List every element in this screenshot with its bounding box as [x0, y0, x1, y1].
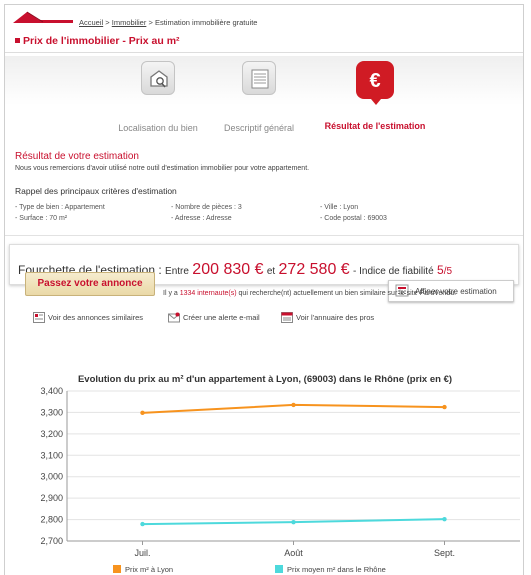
y-tick-label: 2,700 — [40, 536, 63, 546]
document-icon — [242, 61, 276, 95]
breadcrumb-separator: > — [105, 18, 110, 27]
criterion-pieces: - Nombre de pièces : 3 — [171, 204, 242, 211]
data-point — [442, 516, 447, 522]
y-tick-label: 3,100 — [40, 450, 63, 460]
breadcrumb-separator: > — [148, 18, 153, 27]
data-point — [291, 402, 296, 408]
internautes-count: 1334 internaute(s) — [179, 290, 237, 297]
y-tick-label: 2,800 — [40, 515, 63, 525]
y-tick-label: 3,400 — [40, 386, 63, 396]
estimation-page: Accueil > Immobilier > Estimation immobi… — [4, 4, 524, 575]
email-alert-icon — [168, 312, 180, 325]
location-house-icon — [141, 61, 175, 95]
fiabilite-value: 5 — [437, 263, 444, 277]
breadcrumb: Accueil > Immobilier > Estimation immobi… — [79, 18, 257, 27]
legend-swatch — [275, 565, 283, 573]
link-label: Voir l'annuaire des pros — [296, 313, 375, 322]
criterion-type: - Type de bien : Appartement — [15, 204, 105, 211]
divider — [5, 52, 523, 53]
divider — [5, 235, 523, 236]
step-label: Descriptif général — [223, 123, 295, 133]
criterion-ville: - Ville : Lyon — [320, 204, 359, 211]
link-label: Créer une alerte e-mail — [183, 313, 260, 322]
svg-text:€: € — [369, 70, 380, 92]
step-resultat[interactable]: € Résultat de l'estimation — [310, 61, 440, 131]
result-text: Nous vous remercions d'avoir utilisé not… — [15, 165, 310, 172]
legend-label: Prix moyen m² dans le Rhône — [287, 565, 386, 574]
directory-icon — [281, 312, 293, 325]
legend-item-rhone[interactable]: Prix moyen m² dans le Rhône — [275, 565, 386, 574]
link-annuaire-pros[interactable]: Voir l'annuaire des pros — [281, 312, 374, 325]
data-point — [442, 404, 447, 410]
step-label: Résultat de l'estimation — [324, 121, 426, 131]
legend-item-lyon[interactable]: Prix m² à Lyon — [113, 565, 173, 574]
link-label: Voir des annonces similaires — [48, 313, 144, 322]
recherche-info: Il y a 1334 internaute(s) qui recherche(… — [163, 290, 456, 297]
estimation-low: 200 830 € — [192, 261, 264, 278]
x-tick-label: Juil. — [134, 548, 150, 558]
fiabilite-max: /5 — [443, 266, 453, 277]
chart-title: Evolution du prix au m² d'un appartement… — [77, 374, 453, 385]
progress-steps: Localisation du bien Descriptif général … — [5, 56, 523, 138]
y-tick-label: 3,300 — [40, 407, 63, 417]
legend-label: Prix m² à Lyon — [125, 565, 174, 574]
page-title: Prix de l'immobilier - Prix au m² — [15, 35, 180, 47]
step-descriptif[interactable]: Descriptif général — [194, 61, 324, 133]
criterion-surface: - Surface : 70 m² — [15, 215, 68, 222]
link-annonces-similaires[interactable]: Voir des annonces similaires — [33, 312, 143, 325]
data-point — [140, 410, 145, 416]
passez-annonce-button[interactable]: Passez votre annonce — [25, 272, 155, 296]
link-alerte-email[interactable]: Créer une alerte e-mail — [168, 312, 260, 325]
breadcrumb-home-link[interactable]: Accueil — [79, 18, 103, 27]
data-point — [291, 519, 296, 525]
y-tick-label: 3,000 — [40, 472, 63, 482]
estimation-et: et — [266, 266, 276, 277]
breadcrumb-current: Estimation immobilière gratuite — [154, 18, 258, 27]
data-point — [140, 521, 145, 527]
estimation-entre: Entre — [165, 266, 189, 277]
estimation-high: 272 580 € — [278, 261, 350, 278]
x-tick-label: Sept. — [434, 548, 455, 558]
legend-swatch — [113, 565, 121, 573]
criterion-code-postal: - Code postal : 69003 — [320, 215, 387, 222]
y-tick-label: 3,200 — [40, 429, 63, 439]
recherche-pre: Il y a — [163, 290, 178, 297]
recherche-post: qui recherche(nt) actuellement un bien s… — [238, 290, 457, 297]
breadcrumb-immobilier-link[interactable]: Immobilier — [112, 18, 147, 27]
fiabilite-label: - Indice de fiabilité — [353, 266, 434, 277]
result-title: Résultat de votre estimation — [15, 151, 139, 162]
house-logo-icon[interactable] — [13, 10, 73, 29]
criteria-title: Rappel des principaux critères d'estimat… — [15, 186, 177, 196]
listings-icon — [33, 312, 45, 325]
criterion-adresse: - Adresse : Adresse — [171, 215, 232, 222]
y-tick-label: 2,900 — [40, 493, 63, 503]
euro-icon: € — [356, 61, 394, 105]
header: Accueil > Immobilier > Estimation immobi… — [5, 5, 523, 35]
price-chart: 2,700 2,800 2,900 3,000 3,100 3,200 3,300 3,400… — [40, 386, 520, 558]
x-tick-label: Août — [284, 548, 303, 558]
